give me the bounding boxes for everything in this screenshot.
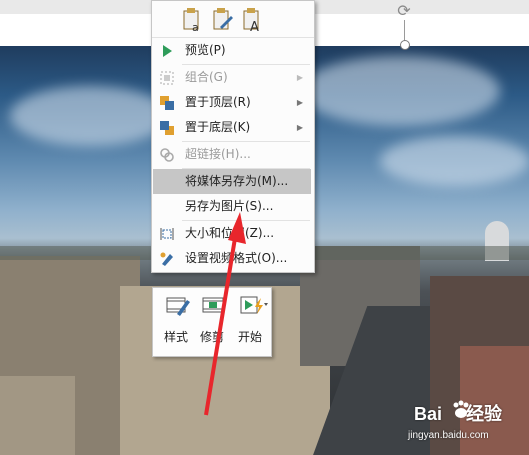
menu-item-size-and-position[interactable]: 大小和位置(Z)... xyxy=(153,221,311,246)
watermark-url: jingyan.baidu.com xyxy=(408,430,489,441)
menu-item-label: 置于顶层(R) xyxy=(185,95,251,109)
size-position-icon xyxy=(159,226,175,242)
menu-item-group[interactable]: 组合(G) ▶ xyxy=(153,65,311,90)
menu-item-label: 预览(P) xyxy=(185,43,226,57)
menu-item-preview[interactable]: 预览(P) xyxy=(153,38,311,63)
trim-button[interactable]: 修剪 xyxy=(195,292,229,352)
menu-item-send-to-back[interactable]: 置于底层(K) ▶ xyxy=(153,115,311,140)
menu-item-format-video[interactable]: 设置视频格式(O)... xyxy=(153,246,311,271)
submenu-arrow-icon: ▶ xyxy=(296,98,303,107)
menu-item-save-as-picture[interactable]: 另存为图片(S)... xyxy=(153,194,311,219)
baidu-watermark: Bai 经验 jingyan.baidu.com xyxy=(404,400,529,455)
menu-item-label: 超链接(H)... xyxy=(185,147,251,161)
paste-keep-formatting-icon[interactable]: a xyxy=(182,7,204,34)
menu-item-bring-to-front[interactable]: 置于顶层(R) ▶ xyxy=(153,90,311,115)
start-button[interactable]: 开始 xyxy=(233,292,268,352)
menu-item-label: 设置视频格式(O)... xyxy=(185,251,288,265)
baidu-paw-icon xyxy=(450,400,472,422)
trim-video-icon xyxy=(201,294,227,318)
resize-handle[interactable] xyxy=(400,40,410,50)
paste-text-only-icon[interactable]: A xyxy=(242,7,264,35)
paste-options-row: a A xyxy=(152,1,314,38)
svg-text:a: a xyxy=(192,21,199,33)
format-video-icon xyxy=(159,251,175,267)
menu-item-label: 置于底层(K) xyxy=(185,120,251,134)
paste-picture-icon[interactable] xyxy=(212,7,234,33)
video-style-icon xyxy=(165,294,191,318)
submenu-arrow-icon: ▶ xyxy=(296,73,303,82)
style-button[interactable]: 样式 xyxy=(159,292,193,352)
toolbar-button-label: 样式 xyxy=(163,330,188,344)
hyperlink-icon xyxy=(159,147,175,163)
watermark-brand-left: Bai xyxy=(414,404,443,424)
mini-toolbar: 样式 修剪 开始 xyxy=(152,287,272,357)
start-play-icon xyxy=(239,294,268,318)
menu-item-label: 大小和位置(Z)... xyxy=(185,226,275,240)
menu-item-save-media-as[interactable]: 将媒体另存为(M)... xyxy=(153,169,311,194)
menu-item-label: 组合(G) xyxy=(185,70,228,84)
toolbar-button-label: 开始 xyxy=(237,330,262,344)
group-icon xyxy=(159,70,175,86)
send-to-back-icon xyxy=(159,120,175,136)
context-menu: a A 预览(P) 组合(G) ▶ 置于顶层(R) ▶ 置于底层(K) ▶ 超链… xyxy=(151,0,315,273)
svg-text:A: A xyxy=(250,20,259,33)
toolbar-button-label: 修剪 xyxy=(199,330,224,344)
bring-to-front-icon xyxy=(159,95,175,111)
menu-item-label: 将媒体另存为(M)... xyxy=(185,174,289,188)
submenu-arrow-icon: ▶ xyxy=(296,123,303,132)
menu-item-label: 另存为图片(S)... xyxy=(185,199,274,213)
menu-item-hyperlink[interactable]: 超链接(H)... xyxy=(153,142,311,167)
play-icon xyxy=(159,43,175,59)
rotate-handle-icon[interactable]: ⟳ xyxy=(395,2,413,20)
